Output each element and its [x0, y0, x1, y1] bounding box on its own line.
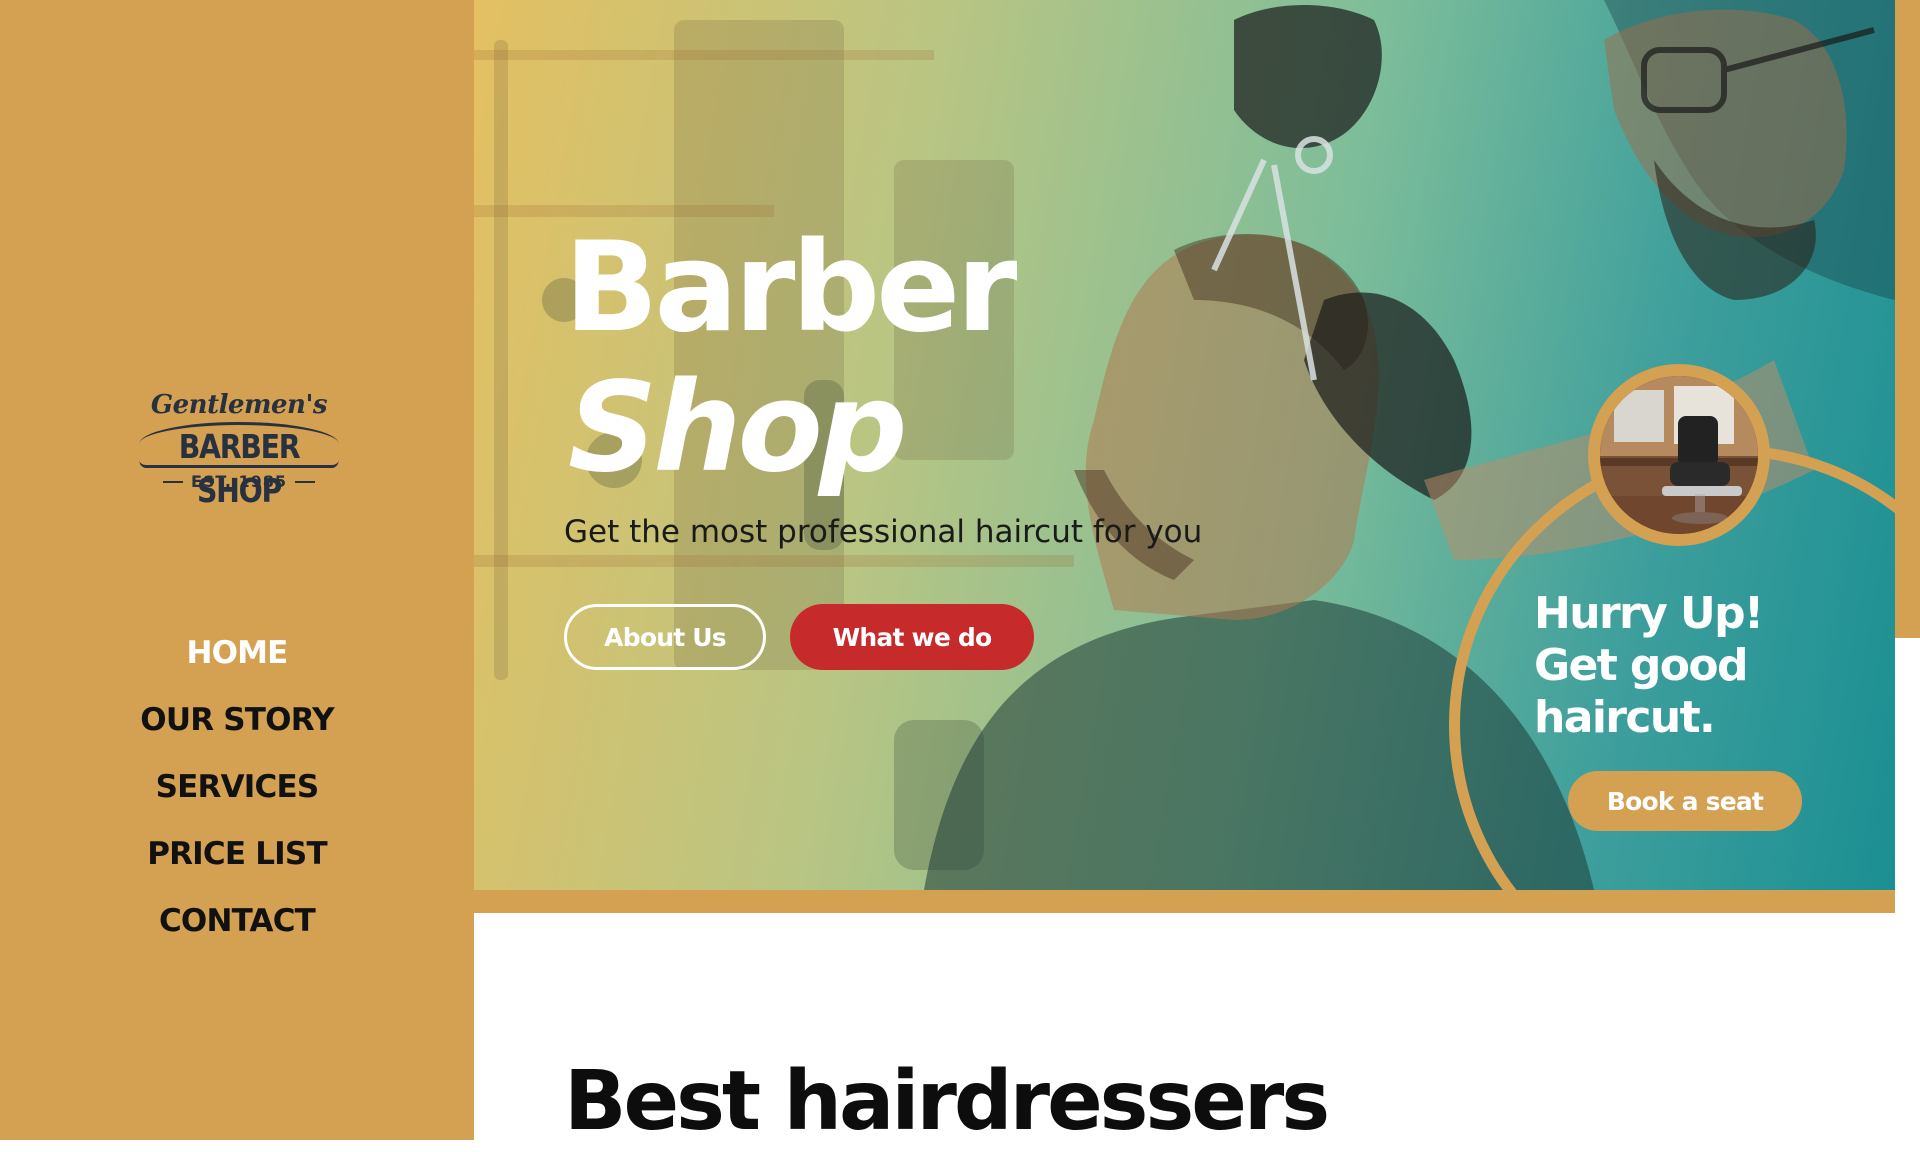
nav-item-price-list[interactable]: PRICE LIST — [0, 821, 474, 888]
nav-item-home[interactable]: HOME — [0, 620, 474, 687]
barber-chair-image — [1600, 376, 1758, 534]
sidebar: Gentlemen's BARBER SHOP EST. 1985 HOME O… — [0, 0, 474, 1140]
hero-title-line1: Barber — [564, 216, 1017, 360]
about-us-button[interactable]: About Us — [564, 604, 766, 670]
hero-title-line2: Shop — [568, 356, 908, 500]
logo-dash-right — [295, 480, 316, 483]
promo-heading: Hurry Up! Get good haircut. — [1534, 588, 1834, 744]
logo-script-text: Gentlemen's — [150, 390, 328, 420]
main-nav: HOME OUR STORY SERVICES PRICE LIST CONTA… — [0, 620, 474, 955]
hero-right-edge-accent — [1895, 0, 1920, 638]
promo-barber-chair-photo — [1588, 364, 1770, 546]
section-title: Best hairdressers — [564, 1054, 1330, 1149]
logo-dash-left — [162, 480, 183, 483]
what-we-do-button[interactable]: What we do — [790, 604, 1034, 670]
nav-item-our-story[interactable]: OUR STORY — [0, 687, 474, 754]
brand-logo[interactable]: Gentlemen's BARBER SHOP EST. 1985 — [118, 390, 360, 510]
promo-heading-line3: haircut. — [1534, 692, 1716, 743]
hero-subtitle: Get the most professional haircut for yo… — [564, 514, 1203, 550]
book-a-seat-button[interactable]: Book a seat — [1568, 771, 1802, 831]
promo-heading-line2: Get good — [1534, 640, 1749, 691]
hero-banner: Barber Shop Get the most professional ha… — [474, 0, 1895, 890]
promo-heading-line1: Hurry Up! — [1534, 588, 1764, 639]
hero-bottom-stripe — [474, 890, 1895, 913]
logo-name-text: BARBER SHOP — [139, 422, 339, 510]
nav-item-contact[interactable]: CONTACT — [0, 888, 474, 955]
nav-item-services[interactable]: SERVICES — [0, 754, 474, 821]
hero-title: Barber Shop — [564, 216, 1017, 500]
